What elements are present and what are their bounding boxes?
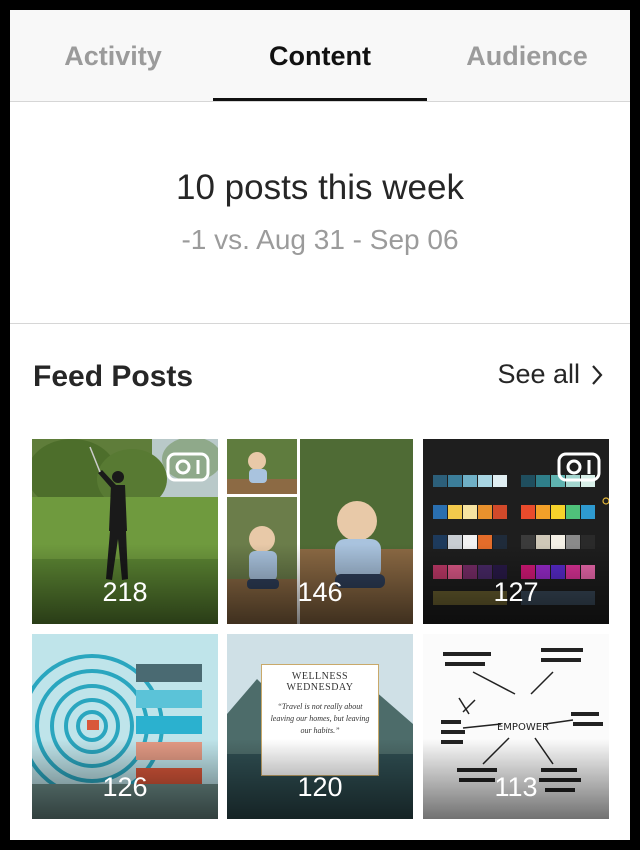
quote-card-title: WELLNESS WEDNESDAY xyxy=(286,671,354,693)
see-all-link[interactable]: See all xyxy=(497,359,604,390)
tab-activity[interactable]: Activity xyxy=(10,10,216,102)
post-thumbnail[interactable]: 126 xyxy=(32,634,218,819)
active-tab-indicator xyxy=(213,98,427,101)
post-count: 127 xyxy=(493,577,539,607)
post-thumbnail[interactable]: WELLNESS WEDNESDAY “Travel is not really… xyxy=(227,634,413,819)
posts-comparison: -1 vs. Aug 31 - Sep 06 xyxy=(181,224,459,255)
chevron-right-icon xyxy=(592,364,603,385)
post-thumbnail[interactable]: EMPOWER 113 xyxy=(423,634,609,819)
tab-content[interactable]: Content xyxy=(217,10,423,102)
quote-card-text: “Travel is not really about leaving our … xyxy=(270,702,370,735)
post-count: 113 xyxy=(494,772,538,802)
see-all-label: See all xyxy=(497,359,580,389)
post-count: 218 xyxy=(102,577,148,607)
post-thumbnail[interactable]: 146 xyxy=(227,439,413,624)
post-count: 126 xyxy=(102,772,148,802)
post-thumbnail[interactable]: 218 xyxy=(32,439,218,624)
post-thumbnail[interactable]: 127 xyxy=(423,439,609,624)
igtv-video-icon xyxy=(557,452,601,482)
igtv-video-icon xyxy=(166,452,210,482)
mind-map-center-word: EMPOWER xyxy=(497,722,549,733)
post-count: 146 xyxy=(297,577,343,607)
tab-bar: Activity Content Audience xyxy=(10,10,630,102)
tab-audience[interactable]: Audience xyxy=(424,10,630,102)
post-count: 120 xyxy=(297,772,343,802)
feed-posts-title: Feed Posts xyxy=(33,360,194,393)
insights-screen: Activity Content Audience 10 posts this … xyxy=(10,10,630,840)
posts-this-week: 10 posts this week xyxy=(176,168,464,207)
weekly-summary: 10 posts this week -1 vs. Aug 31 - Sep 0… xyxy=(10,102,630,324)
